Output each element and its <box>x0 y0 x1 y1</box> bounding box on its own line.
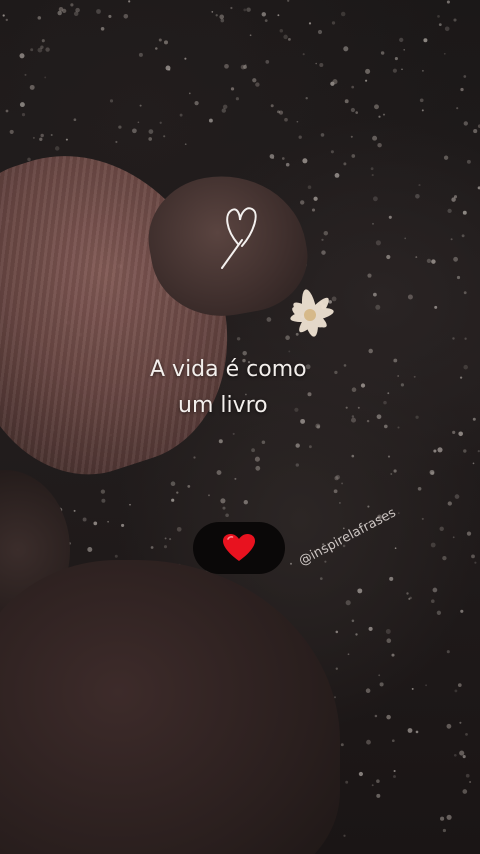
reaction-button[interactable] <box>193 522 285 574</box>
photo-background: A vida é como um livro @inspirelafrases <box>0 0 480 854</box>
quote-text: A vida é como um livro <box>150 352 350 424</box>
quote-line-2: um livro <box>178 393 268 418</box>
daisy-flower <box>290 289 334 337</box>
heart-outline-icon <box>221 207 257 269</box>
red-heart-icon <box>223 534 255 561</box>
quote-line-1: A vida é como <box>150 357 307 382</box>
